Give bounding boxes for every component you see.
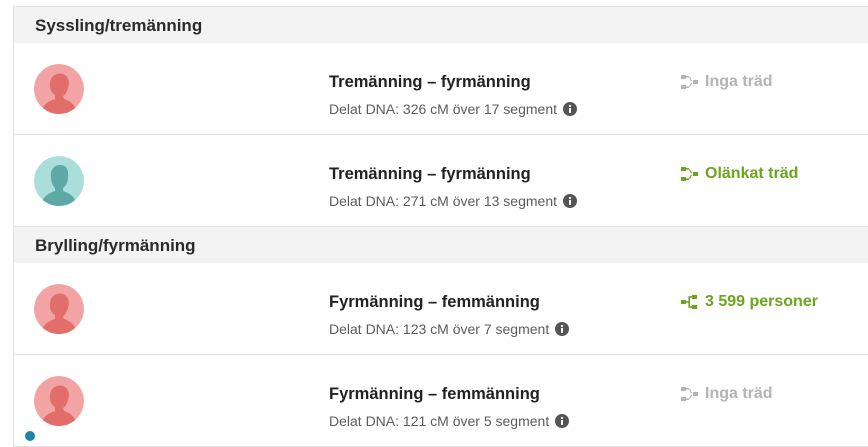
tree-linked-icon [681,295,697,309]
shared-dna-value: Delat DNA: 326 cM över 17 segment [329,101,557,117]
shared-dna-text: Delat DNA: 326 cM över 17 segment [329,101,577,117]
shared-dna-value: Delat DNA: 123 cM över 7 segment [329,321,550,337]
section-header: Syssling/tremänning [14,7,868,43]
match-row[interactable]: Fyrmänning – femmänning Delat DNA: 121 c… [14,355,868,447]
relationship-label[interactable]: Tremänning – fyrmänning [329,73,531,92]
tree-unlinked-icon [681,387,698,401]
tree-unlinked-icon [681,167,698,181]
tree-status[interactable]: Olänkat träd [680,165,798,183]
match-row[interactable]: Tremänning – fyrmänning Delat DNA: 326 c… [14,43,868,135]
info-icon[interactable] [555,414,570,428]
shared-dna-text: Delat DNA: 271 cM över 13 segment [329,193,577,209]
dna-match-list: Syssling/tremänning Tremänning – fyrmänn… [13,6,868,447]
shared-dna-value: Delat DNA: 271 cM över 13 segment [329,193,557,209]
info-icon[interactable] [563,102,577,116]
match-row[interactable]: Tremänning – fyrmänning Delat DNA: 271 c… [14,135,868,227]
male-silhouette-icon[interactable] [34,156,84,206]
section-title: Syssling/tremänning [35,16,203,35]
tree-status-label: Olänkat träd [705,165,799,182]
section-title: Brylling/fyrmänning [35,236,196,255]
new-match-indicator [25,431,35,441]
relationship-label[interactable]: Fyrmänning – femmänning [329,293,540,312]
tree-status-label: 3 599 personer [705,293,818,310]
tree-status-label: Inga träd [705,73,773,90]
female-silhouette-icon[interactable] [34,64,84,114]
relationship-label[interactable]: Tremänning – fyrmänning [329,165,531,184]
shared-dna-text: Delat DNA: 123 cM över 7 segment [329,321,570,337]
shared-dna-text: Delat DNA: 121 cM över 5 segment [329,413,570,429]
shared-dna-value: Delat DNA: 121 cM över 5 segment [329,413,550,429]
female-silhouette-icon[interactable] [34,284,84,334]
tree-status-label: Inga träd [705,385,773,402]
section-header: Brylling/fyrmänning [14,227,868,263]
tree-status[interactable]: Inga träd [680,73,773,91]
info-icon[interactable] [563,194,577,208]
info-icon[interactable] [555,322,570,336]
match-row[interactable]: Fyrmänning – femmänning Delat DNA: 123 c… [14,263,868,355]
tree-status[interactable]: 3 599 personer [680,293,818,311]
female-silhouette-icon[interactable] [34,376,84,426]
tree-status[interactable]: Inga träd [680,385,773,403]
relationship-label[interactable]: Fyrmänning – femmänning [329,385,540,404]
tree-unlinked-icon [681,75,698,89]
